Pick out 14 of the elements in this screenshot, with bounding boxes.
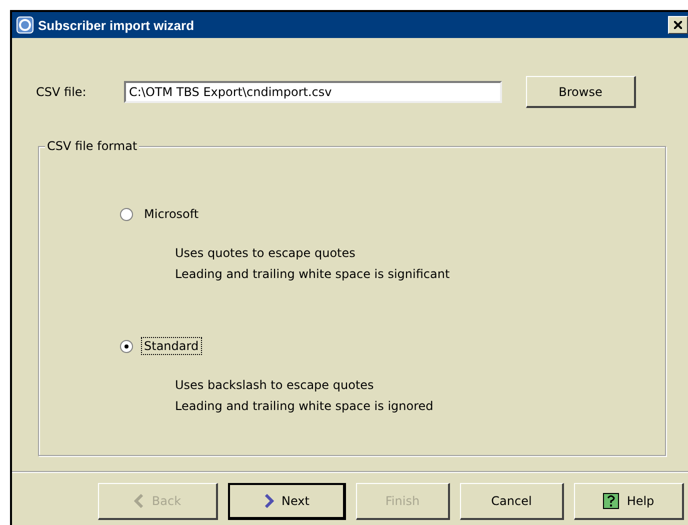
radio-label[interactable]: Standard [141, 337, 202, 355]
help-button[interactable]: Help [574, 483, 684, 520]
csv-file-label: CSV file: [36, 85, 88, 99]
next-button[interactable]: Next [228, 483, 346, 520]
option-description: Uses backslash to escape quotes [175, 377, 375, 394]
option-description: Uses quotes to escape quotes [175, 245, 356, 262]
group-title: CSV file format [45, 139, 140, 153]
radio-label[interactable]: Microsoft [141, 205, 202, 223]
csv-file-field[interactable]: C:\OTM TBS Export\cndimport.csv [124, 81, 502, 103]
window-title: Subscriber import wizard [38, 18, 194, 32]
cancel-button[interactable]: Cancel [460, 483, 564, 520]
option-description: Leading and trailing white space is ignored [175, 398, 434, 415]
browse-button[interactable]: Browse [526, 76, 636, 108]
option-description: Leading and trailing white space is significant [175, 266, 451, 283]
